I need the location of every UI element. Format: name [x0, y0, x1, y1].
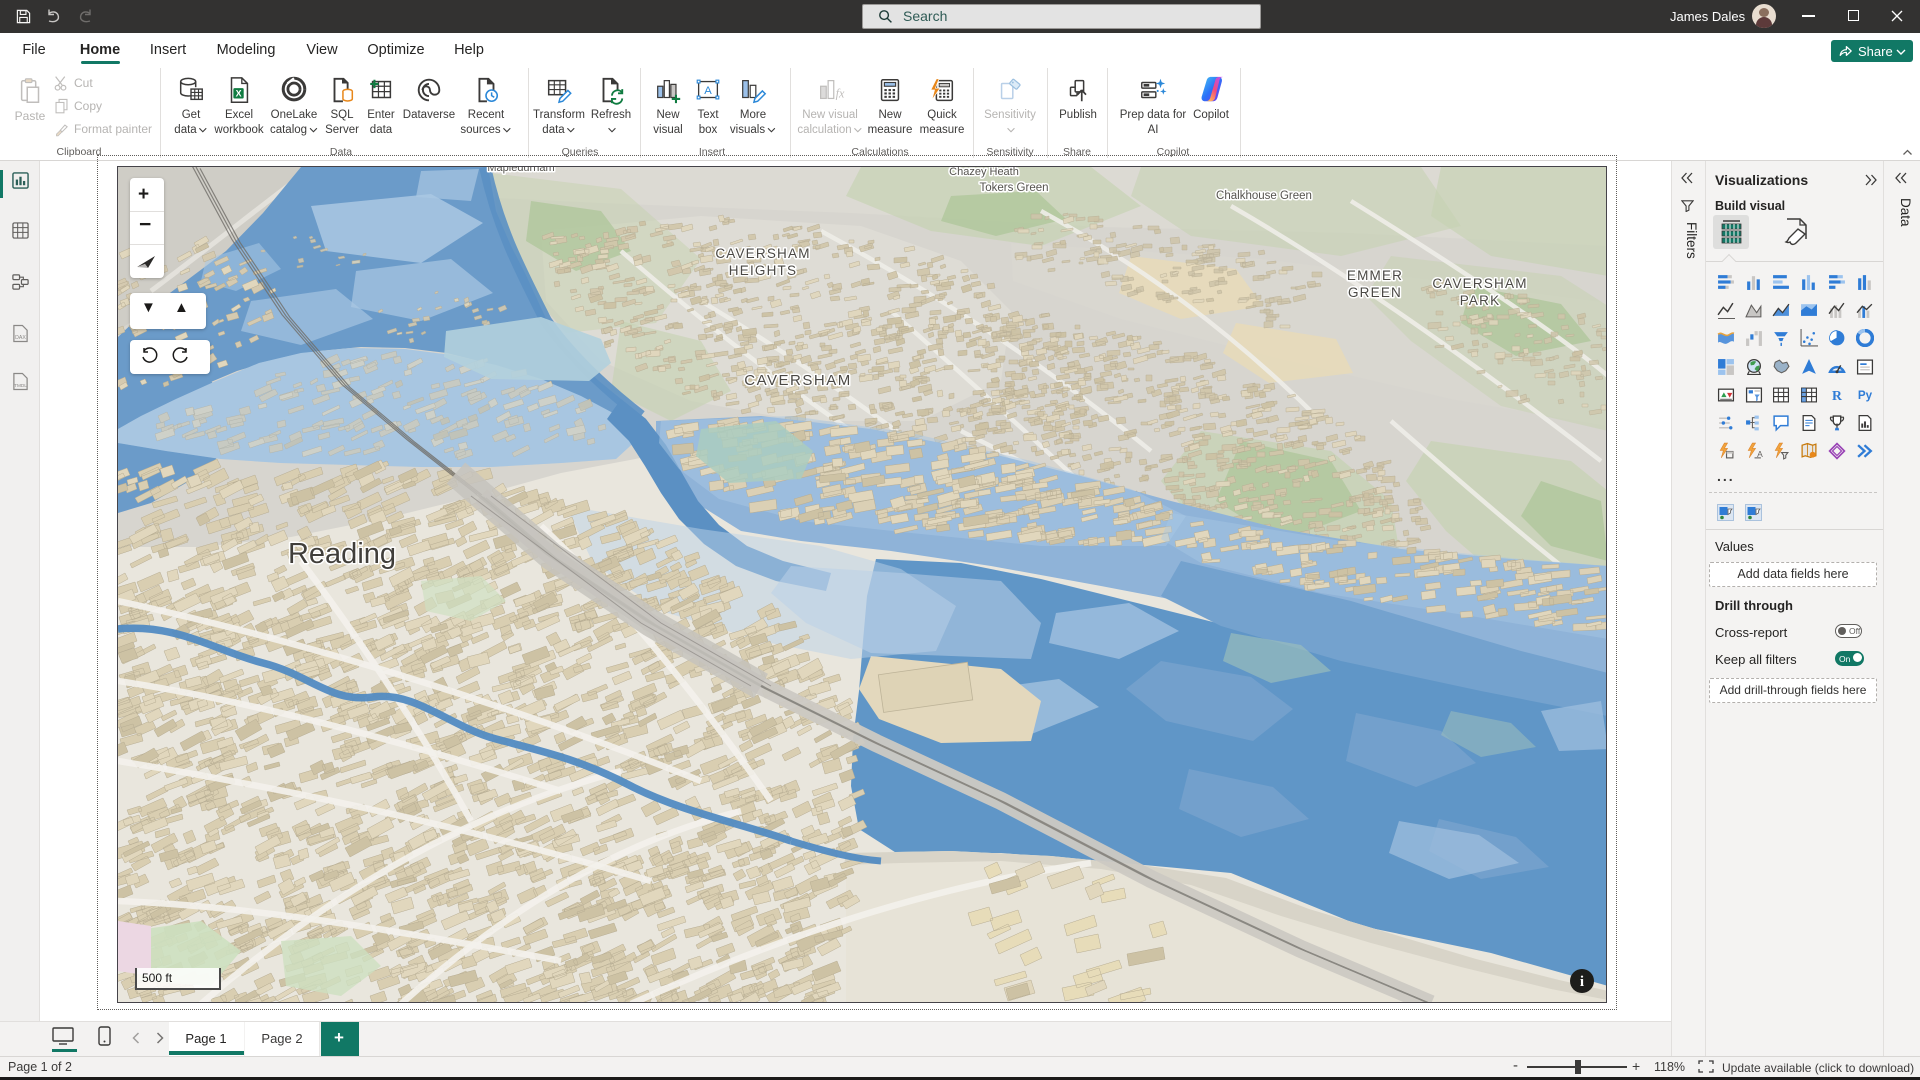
svg-text:GREEN: GREEN [1348, 285, 1402, 300]
svg-text:R: R [1832, 388, 1843, 403]
svg-text:A: A [1757, 449, 1763, 459]
svg-text:Reading: Reading [288, 538, 396, 570]
svg-text:Chalkhouse Green: Chalkhouse Green [1216, 190, 1312, 202]
svg-text:CAVERSHAM: CAVERSHAM [1432, 276, 1527, 291]
svg-text:CAVERSHAM: CAVERSHAM [715, 246, 810, 261]
svg-text:DAX: DAX [15, 335, 26, 341]
svg-text:Chazey Heath: Chazey Heath [949, 167, 1019, 178]
svg-text:fx: fx [836, 87, 845, 101]
svg-text:Mapledurham: Mapledurham [487, 167, 554, 174]
svg-text:EMMER: EMMER [1347, 268, 1403, 283]
svg-text:i: i [1580, 974, 1584, 990]
svg-text:Tokers Green: Tokers Green [979, 182, 1048, 194]
svg-text:Py: Py [1858, 389, 1873, 402]
svg-text:CAVERSHAM: CAVERSHAM [744, 372, 851, 389]
svg-text:A: A [704, 85, 712, 97]
svg-text:HEIGHTS: HEIGHTS [729, 263, 797, 278]
svg-text:X: X [236, 89, 242, 99]
svg-text:TMDL: TMDL [14, 383, 27, 389]
svg-text:PARK: PARK [1460, 293, 1501, 308]
